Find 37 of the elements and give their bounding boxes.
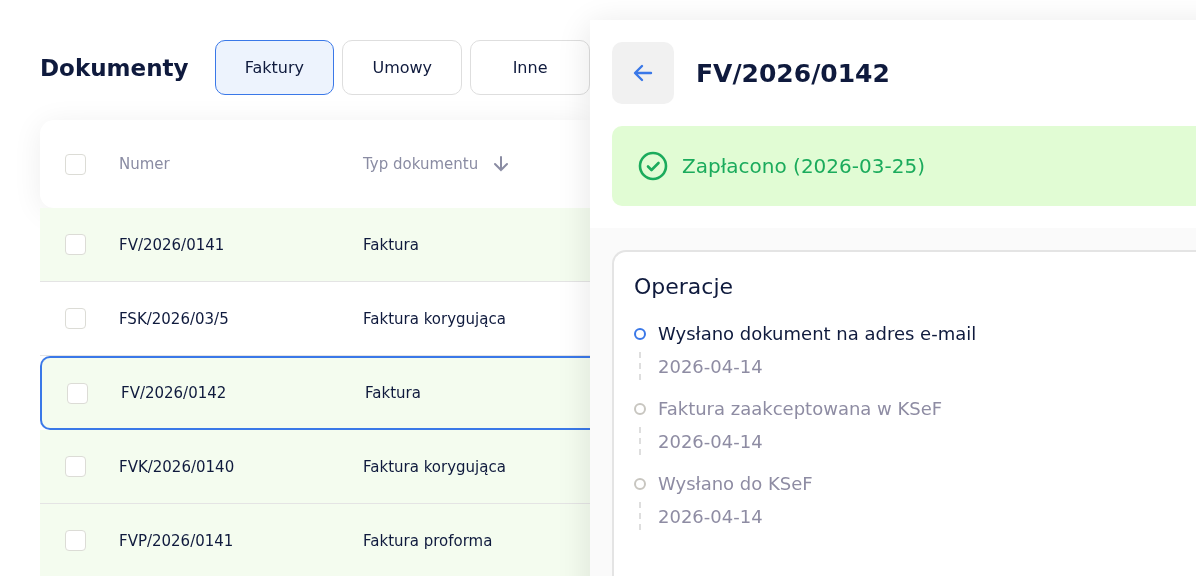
event-date: 2026-04-14 <box>658 430 764 452</box>
status-text: Zapłacono (2026-03-25) <box>682 154 925 178</box>
event-label: Faktura zaakceptowana w KSeF <box>658 398 944 419</box>
table-cell: Faktura <box>363 235 419 254</box>
tab[interactable]: Inne <box>470 40 590 95</box>
table-cell-text: FV/2026/0142 <box>121 384 228 402</box>
table-cell-text: FVK/2026/0140 <box>119 457 236 476</box>
table-row[interactable]: FV/2026/0141 Faktura <box>40 208 590 282</box>
table-cell-text: FVP/2026/0141 <box>119 531 235 550</box>
check-circle-icon <box>638 151 668 181</box>
table-row[interactable]: FV/2026/0142 Faktura <box>40 356 590 430</box>
row-checkbox[interactable] <box>65 456 86 477</box>
document-title: FV/2026/0142 <box>696 58 890 88</box>
event-label: Wysłano dokument na adres e-mail <box>658 323 978 344</box>
page-title: Dokumenty <box>40 54 189 81</box>
row-checkbox[interactable] <box>65 234 86 255</box>
table-cell: Faktura proforma <box>363 531 493 550</box>
row-checkbox[interactable] <box>65 308 86 329</box>
back-button[interactable] <box>612 42 674 104</box>
table-cell-text: FSK/2026/03/5 <box>119 309 230 328</box>
select-all-checkbox[interactable] <box>65 153 86 175</box>
event-date: 2026-04-14 <box>658 355 764 377</box>
table-row[interactable]: FVK/2026/0140 Faktura korygująca <box>40 430 590 504</box>
table-cell: Faktura <box>365 384 421 402</box>
table-cell: Faktura korygująca <box>363 309 506 328</box>
tab[interactable]: Faktury <box>214 40 335 95</box>
operations-title: Operacje <box>634 274 735 299</box>
back-arrow-icon <box>633 64 653 82</box>
table-cell-text: FV/2026/0141 <box>119 235 226 254</box>
table-cell: Faktura korygująca <box>363 457 506 476</box>
event-label: Wysłano do KSeF <box>658 473 814 494</box>
sort-arrow-icon <box>494 156 509 172</box>
row-checkbox[interactable] <box>67 382 88 404</box>
row-checkbox[interactable] <box>65 530 86 551</box>
event-date: 2026-04-14 <box>658 505 764 527</box>
tab[interactable]: Umowy <box>342 40 463 95</box>
table-row[interactable]: FVP/2026/0141 Faktura proforma <box>40 504 590 576</box>
